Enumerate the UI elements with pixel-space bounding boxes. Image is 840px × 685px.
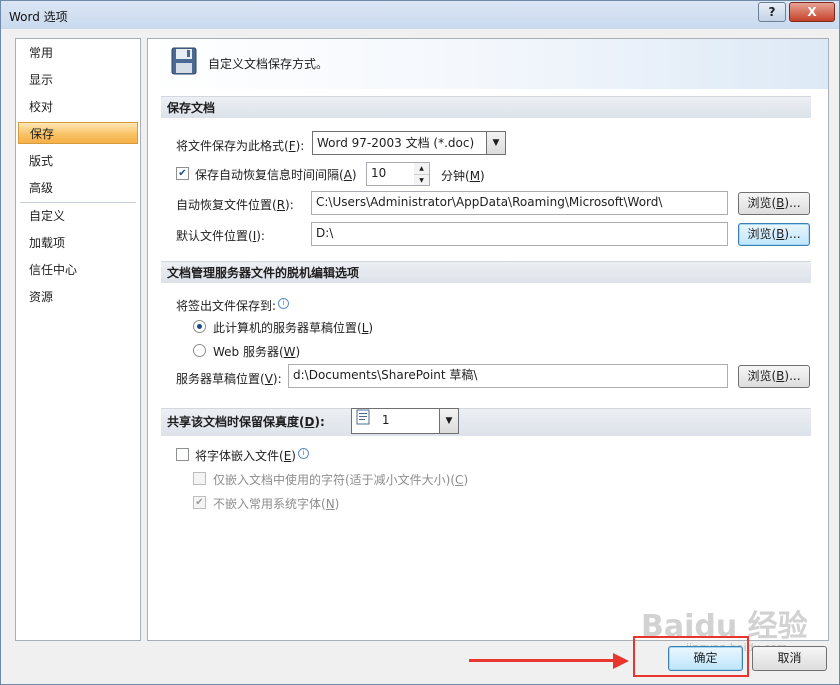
banner-text: 自定义文档保存方式。 (208, 57, 329, 71)
default-path-input[interactable]: D:\ (311, 222, 728, 246)
format-value: Word 97-2003 文档 (*.doc) (317, 136, 475, 150)
embed-used-chars-label: 仅嵌入文档中使用的字符(适于减小文件大小)(C) (213, 473, 469, 487)
nav-item-save[interactable]: 保存 (18, 122, 138, 144)
radio-server-drafts-label[interactable]: 此计算机的服务器草稿位置(L) (213, 319, 373, 336)
spin-down-icon[interactable]: ▼ (414, 175, 429, 186)
no-common-fonts-checkbox[interactable]: ✔ (193, 496, 206, 509)
help-button[interactable]: ? (758, 2, 786, 22)
window-title: Word 选项 (9, 10, 68, 24)
minutes-label: 分钟(M) (441, 169, 485, 183)
browse-drafts-button[interactable]: 浏览(B)... (738, 365, 810, 388)
info-icon: i (278, 298, 289, 309)
section-heading-fidelity: 共享该文档时保留保真度(D): (161, 408, 811, 436)
nav-item-trust-center[interactable]: 信任中心 (18, 259, 138, 281)
browse-default-button[interactable]: 浏览(B)... (738, 223, 810, 246)
options-nav: 常用 显示 校对 保存 版式 高级 自定义 加载项 信任中心 资源 (15, 38, 141, 641)
title-bar[interactable]: Word 选项 ? X (1, 1, 839, 29)
radio-server-drafts[interactable] (193, 320, 206, 333)
autorecover-label: 保存自动恢复信息时间间隔(A) (195, 168, 357, 182)
no-common-fonts-label: 不嵌入常用系统字体(N) (213, 497, 340, 511)
section-heading-offline: 文档管理服务器文件的脱机编辑选项 (161, 261, 811, 283)
checkout-label: 将签出文件保存到: (176, 299, 277, 313)
default-path-label: 默认文件位置(I): (176, 229, 265, 243)
format-dropdown[interactable]: Word 97-2003 文档 (*.doc) ▼ (312, 131, 506, 155)
nav-item-proofing[interactable]: 校对 (18, 96, 138, 118)
fidelity-document-value: 1 (381, 413, 390, 427)
nav-item-display[interactable]: 显示 (18, 69, 138, 91)
panel-banner: 自定义文档保存方式。 (148, 39, 828, 89)
info-icon: i (298, 448, 309, 459)
nav-item-layout[interactable]: 版式 (18, 150, 138, 172)
fidelity-document-dropdown[interactable]: 1 ▼ (351, 408, 459, 434)
annotation-arrow-head (613, 653, 629, 669)
radio-web-server-label[interactable]: Web 服务器(W) (213, 343, 300, 360)
browse-autorecover-button[interactable]: 浏览(B)... (738, 192, 810, 215)
floppy-disk-icon (171, 47, 197, 78)
spin-up-icon[interactable]: ▲ (414, 163, 429, 175)
autorecover-minutes-input[interactable]: 10 (366, 162, 416, 186)
section-heading-save: 保存文档 (161, 96, 811, 118)
nav-item-resources[interactable]: 资源 (18, 286, 138, 308)
nav-item-general[interactable]: 常用 (18, 42, 138, 64)
autorecover-path-label: 自动恢复文件位置(R): (176, 198, 294, 212)
close-button[interactable]: X (789, 2, 835, 22)
annotation-arrow (469, 659, 619, 662)
nav-divider (20, 202, 136, 203)
chevron-down-icon[interactable]: ▼ (439, 409, 458, 433)
drafts-path-input[interactable]: d:\Documents\SharePoint 草稿\ (288, 364, 728, 388)
autorecover-path-input[interactable]: C:\Users\Administrator\AppData\Roaming\M… (311, 191, 728, 215)
format-label: 将文件保存为此格式(F): (176, 139, 305, 153)
annotation-highlight-box (633, 636, 749, 677)
save-options-panel: 自定义文档保存方式。 保存文档 将文件保存为此格式(F): Word 97-20… (147, 38, 829, 641)
autorecover-checkbox[interactable]: ✔ (176, 167, 189, 180)
radio-web-server[interactable] (193, 344, 206, 357)
nav-item-customize[interactable]: 自定义 (18, 205, 138, 227)
embed-fonts-label[interactable]: 将字体嵌入文件(E) (195, 447, 296, 464)
embed-fonts-checkbox[interactable] (176, 448, 189, 461)
word-options-dialog: Word 选项 ? X 常用 显示 校对 保存 版式 高级 自定义 加载项 信任… (0, 0, 840, 685)
word-doc-icon (356, 409, 370, 432)
minutes-spinner[interactable]: ▲ ▼ (414, 162, 430, 186)
nav-item-addins[interactable]: 加载项 (18, 232, 138, 254)
embed-used-chars-checkbox[interactable] (193, 472, 206, 485)
drafts-path-label: 服务器草稿位置(V): (176, 372, 282, 386)
chevron-down-icon[interactable]: ▼ (486, 132, 505, 154)
cancel-button[interactable]: 取消 (752, 646, 827, 671)
nav-item-advanced[interactable]: 高级 (18, 177, 138, 199)
